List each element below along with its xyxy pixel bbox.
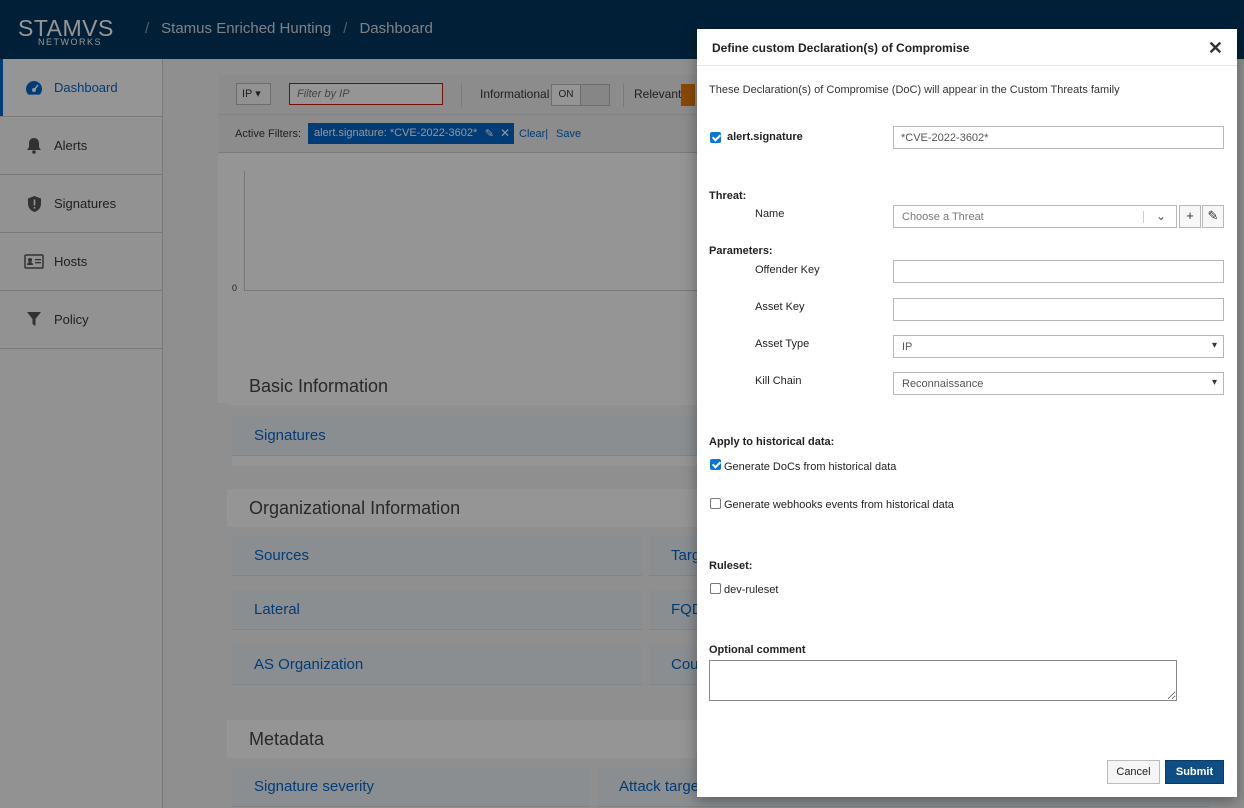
kill-chain-label: Kill Chain	[755, 375, 802, 387]
modal-title: Define custom Declaration(s) of Compromi…	[712, 41, 970, 55]
generate-docs-checkbox[interactable]	[710, 459, 721, 470]
submit-button[interactable]: Submit	[1165, 760, 1224, 784]
cancel-button[interactable]: Cancel	[1107, 760, 1160, 784]
threat-select[interactable]: Choose a Threat ⌄	[893, 205, 1177, 228]
generate-webhooks-label: Generate webhooks events from historical…	[724, 499, 954, 511]
comment-textarea[interactable]	[709, 660, 1177, 701]
threat-heading: Threat:	[709, 190, 747, 202]
chevron-down-icon: ▾	[1211, 377, 1217, 388]
kill-chain-value: Reconnaissance	[902, 378, 984, 390]
generate-docs-label: Generate DoCs from historical data	[724, 461, 897, 473]
ruleset-label: dev-ruleset	[724, 584, 779, 596]
asset-key-label: Asset Key	[755, 301, 805, 313]
asset-type-select[interactable]: IP ▾	[893, 335, 1224, 358]
asset-key-input[interactable]	[893, 298, 1224, 321]
offender-key-input[interactable]	[893, 260, 1224, 283]
asset-type-value: IP	[902, 341, 913, 353]
chevron-down-icon: ▾	[1211, 340, 1217, 351]
define-doc-modal: Define custom Declaration(s) of Compromi…	[697, 29, 1237, 797]
threat-name-label: Name	[755, 208, 785, 220]
modal-description: These Declaration(s) of Compromise (DoC)…	[709, 84, 1120, 96]
modal-header-divider	[697, 65, 1237, 66]
chevron-down-icon: ⌄	[1155, 209, 1166, 223]
ruleset-checkbox[interactable]	[710, 583, 721, 594]
add-threat-button[interactable]: +	[1179, 205, 1201, 228]
signature-field-label: alert.signature	[727, 131, 803, 143]
select-separator	[1143, 211, 1144, 223]
close-icon[interactable]: ✕	[1208, 38, 1223, 59]
ruleset-heading: Ruleset:	[709, 560, 753, 572]
offender-key-label: Offender Key	[755, 264, 820, 276]
threat-select-placeholder: Choose a Threat	[902, 211, 984, 223]
asset-type-label: Asset Type	[755, 338, 810, 350]
generate-webhooks-checkbox[interactable]	[710, 498, 721, 509]
signature-checkbox[interactable]	[710, 132, 721, 143]
comment-label: Optional comment	[709, 644, 806, 656]
parameters-heading: Parameters:	[709, 245, 773, 257]
historical-heading: Apply to historical data:	[709, 436, 835, 448]
edit-threat-button[interactable]: ✎	[1202, 205, 1224, 228]
signature-value-input[interactable]	[893, 126, 1224, 149]
kill-chain-select[interactable]: Reconnaissance ▾	[893, 372, 1224, 395]
